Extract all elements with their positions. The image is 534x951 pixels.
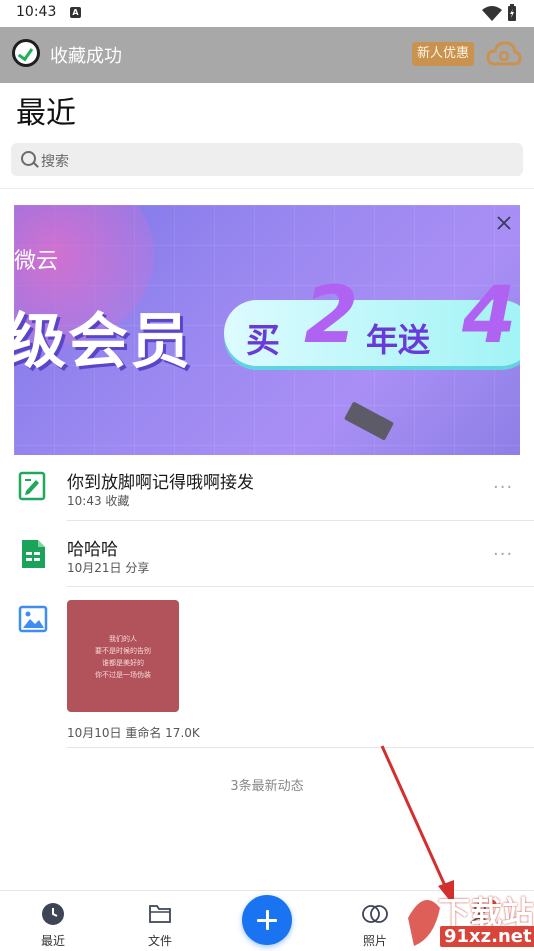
search-input[interactable]: 搜索 xyxy=(11,143,523,176)
banner-brand: 微云 xyxy=(14,249,59,274)
tab-files[interactable]: 文件 xyxy=(130,898,190,948)
cloud-icon[interactable] xyxy=(486,40,522,68)
image-icon xyxy=(18,605,48,633)
tab-label: 最近 xyxy=(40,934,65,948)
new-user-promo-button[interactable]: 新人优惠 xyxy=(412,42,474,66)
file-title: 你到放脚啊记得哦啊接发 xyxy=(67,473,254,493)
status-time: 10:43 xyxy=(16,4,57,20)
list-item[interactable]: 你到放脚啊记得哦啊接发 10:43 收藏 xyxy=(67,468,507,518)
banner-offer-text-1: 买 xyxy=(246,321,280,361)
image-thumbnail[interactable]: 我们的人 要不是时候的告别 谁都是美好的 你不过是一场伪装 xyxy=(67,600,179,712)
annotation-arrow xyxy=(380,745,454,906)
file-meta: 10:43 收藏 xyxy=(67,494,130,508)
clock-icon xyxy=(42,903,64,925)
status-bar: 10:43 A xyxy=(0,0,534,26)
search-placeholder: 搜索 xyxy=(41,154,69,170)
thumbnail-text-line: 你不过是一场伪装 xyxy=(95,671,151,679)
tab-label: 照片 xyxy=(362,934,387,948)
thumbnail-text-line: 谁都是美好的 xyxy=(102,659,144,667)
thumbnail-text-line: 我们的人 xyxy=(109,635,137,643)
banner-offer-number-1: 2 xyxy=(304,271,359,361)
thumbnail-text-line: 要不是时候的告别 xyxy=(95,647,151,655)
header-divider xyxy=(0,188,534,189)
banner-offer-number-2: 4 xyxy=(462,271,517,361)
check-circle-icon xyxy=(12,39,40,67)
search-icon xyxy=(21,151,36,166)
tab-label: 文件 xyxy=(147,934,172,948)
file-title: 哈哈哈 xyxy=(67,540,118,560)
more-options-icon[interactable]: ··· xyxy=(493,477,513,498)
watermark-url: 91xz.net xyxy=(440,926,534,947)
add-button[interactable] xyxy=(242,895,292,945)
battery-icon xyxy=(508,4,516,21)
wifi-icon xyxy=(482,6,502,21)
page-title: 最近 xyxy=(16,96,76,131)
folder-icon xyxy=(149,905,171,923)
row-divider xyxy=(67,520,534,521)
success-toast-bar: 收藏成功 新人优惠 xyxy=(0,27,534,83)
banner-offer-text-2: 年送 xyxy=(366,321,431,359)
note-icon xyxy=(18,471,46,501)
file-meta: 10月10日 重命名 17.0K xyxy=(67,726,200,740)
notification-icon: A xyxy=(70,7,81,18)
promo-banner[interactable]: 微云 级会员 买 2 年送 4 xyxy=(14,205,520,455)
file-meta: 10月21日 分享 xyxy=(67,561,150,575)
tab-recent[interactable]: 最近 xyxy=(23,898,83,948)
close-icon[interactable] xyxy=(492,211,516,235)
row-divider xyxy=(67,586,534,587)
list-item[interactable]: 哈哈哈 10月21日 分享 xyxy=(67,535,507,585)
banner-headline: 级会员 xyxy=(14,307,192,377)
spreadsheet-icon xyxy=(22,540,45,568)
toast-message: 收藏成功 xyxy=(50,46,122,67)
more-options-icon[interactable]: ··· xyxy=(493,544,513,565)
